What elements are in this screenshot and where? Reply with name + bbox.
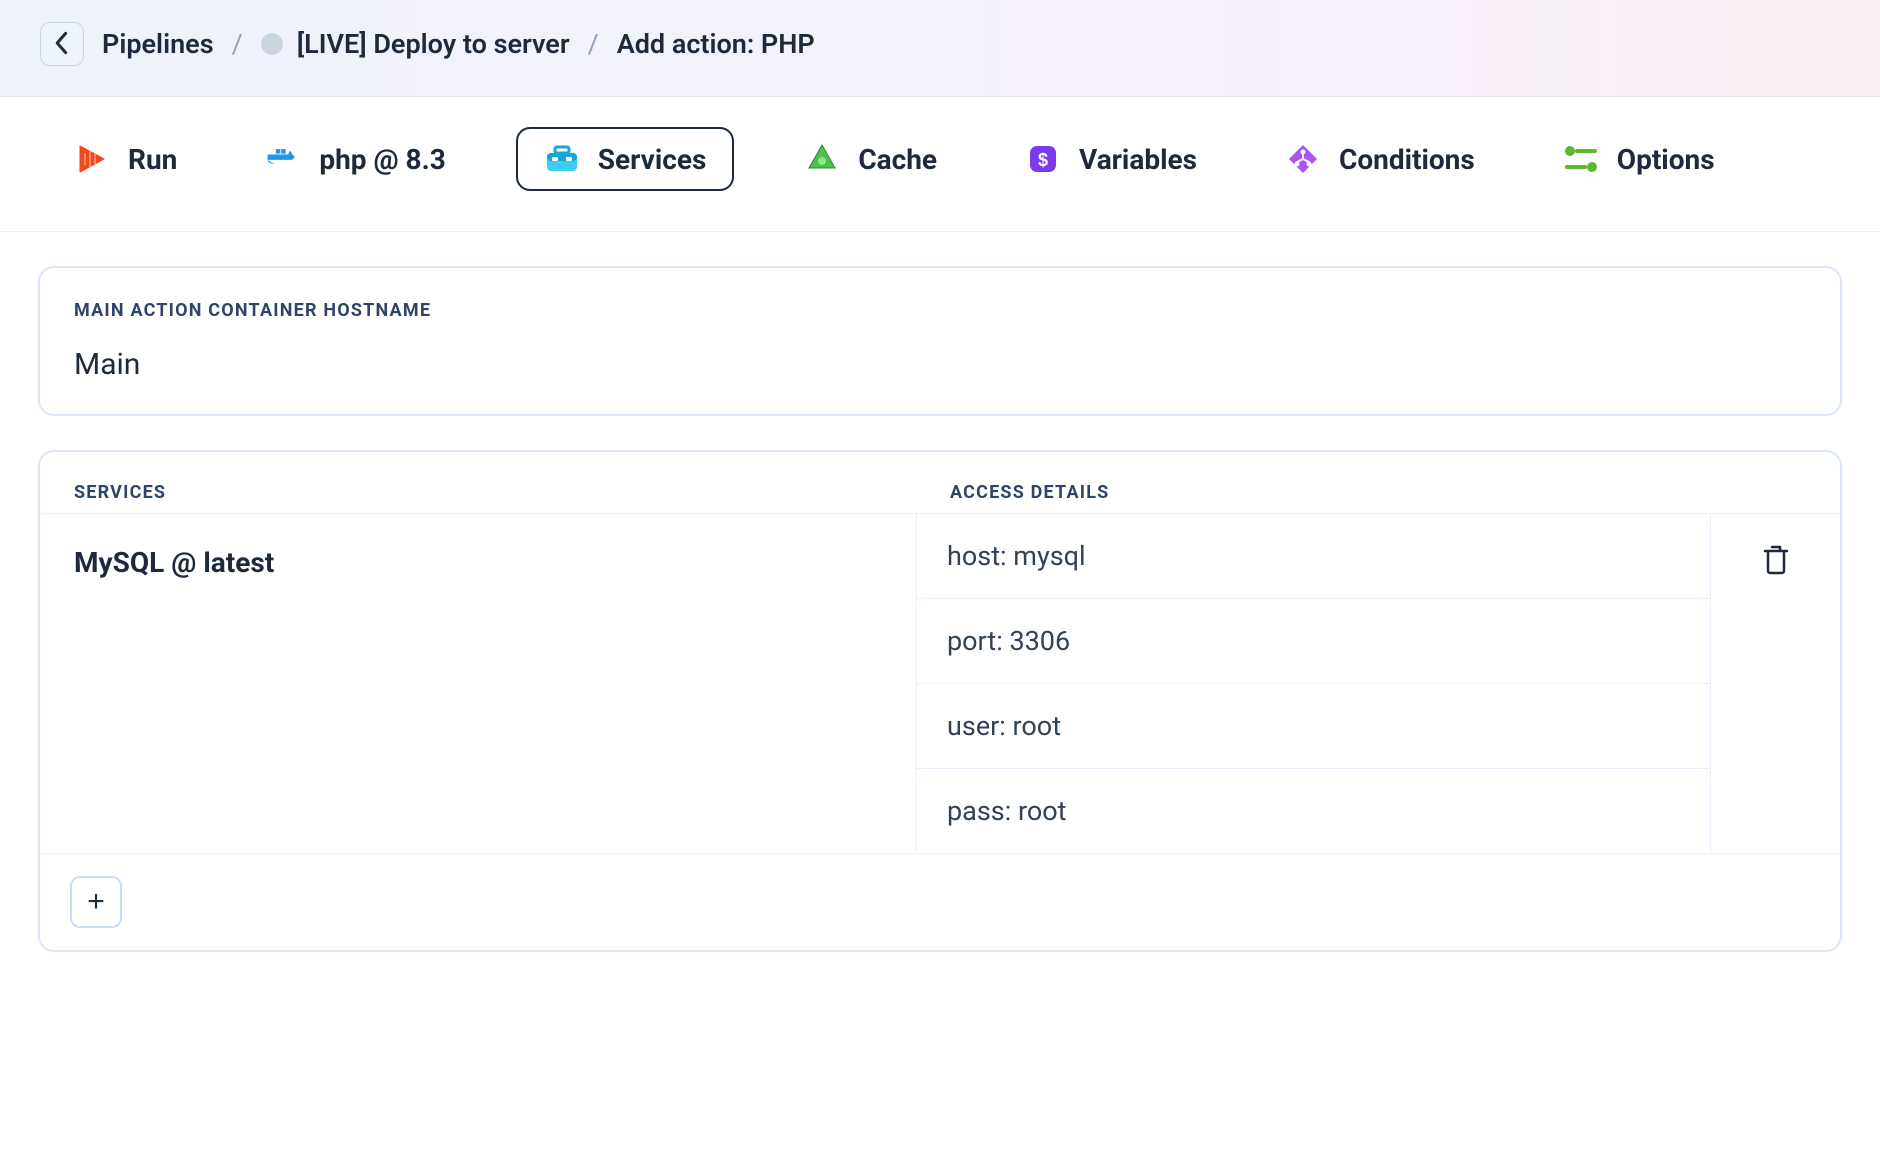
options-icon bbox=[1563, 141, 1599, 177]
tab-cache[interactable]: Cache bbox=[786, 131, 955, 187]
breadcrumb-deploy-group[interactable]: [LIVE] Deploy to server bbox=[261, 28, 570, 60]
tab-cache-label: Cache bbox=[858, 143, 937, 176]
tabs-bar: Run php @ 8.3 Services Cache $ Variables… bbox=[0, 97, 1880, 232]
access-user[interactable]: user: root bbox=[917, 684, 1710, 769]
breadcrumb: Pipelines / [LIVE] Deploy to server / Ad… bbox=[102, 28, 815, 60]
breadcrumb-deploy: [LIVE] Deploy to server bbox=[297, 28, 570, 60]
service-name[interactable]: MySQL @ latest bbox=[40, 514, 916, 853]
service-row: MySQL @ latest host: mysql port: 3306 us… bbox=[40, 513, 1840, 853]
tab-services-label: Services bbox=[598, 143, 707, 176]
docker-icon bbox=[265, 141, 301, 177]
access-pass[interactable]: pass: root bbox=[917, 769, 1710, 853]
tab-php-label: php @ 8.3 bbox=[319, 143, 445, 176]
header-bar: Pipelines / [LIVE] Deploy to server / Ad… bbox=[0, 0, 1880, 97]
variables-icon: $ bbox=[1025, 141, 1061, 177]
tab-run-label: Run bbox=[128, 143, 177, 176]
delete-icon[interactable] bbox=[1761, 544, 1791, 580]
tab-variables-label: Variables bbox=[1079, 143, 1197, 176]
conditions-icon bbox=[1285, 141, 1321, 177]
chevron-left-icon bbox=[53, 31, 71, 58]
tab-conditions[interactable]: Conditions bbox=[1267, 131, 1493, 187]
play-icon bbox=[74, 141, 110, 177]
tab-php[interactable]: php @ 8.3 bbox=[247, 131, 463, 187]
breadcrumb-current: Add action: PHP bbox=[617, 28, 815, 60]
back-button[interactable] bbox=[40, 22, 84, 66]
access-header: ACCESS DETAILS bbox=[950, 482, 1806, 503]
access-port[interactable]: port: 3306 bbox=[917, 599, 1710, 684]
tab-options[interactable]: Options bbox=[1545, 131, 1733, 187]
access-host[interactable]: host: mysql bbox=[917, 514, 1710, 599]
content-area: MAIN ACTION CONTAINER HOSTNAME Main SERV… bbox=[0, 232, 1880, 1020]
tab-conditions-label: Conditions bbox=[1339, 143, 1475, 176]
main-hostname-label: MAIN ACTION CONTAINER HOSTNAME bbox=[74, 300, 1806, 321]
breadcrumb-separator: / bbox=[232, 28, 243, 60]
svg-text:$: $ bbox=[1038, 150, 1048, 170]
tab-services[interactable]: Services bbox=[516, 127, 735, 191]
tab-options-label: Options bbox=[1617, 143, 1715, 176]
main-hostname-panel[interactable]: MAIN ACTION CONTAINER HOSTNAME Main bbox=[38, 266, 1842, 416]
services-panel: SERVICES ACCESS DETAILS MySQL @ latest h… bbox=[38, 450, 1842, 952]
add-service-button[interactable]: + bbox=[70, 876, 122, 928]
breadcrumb-pipelines[interactable]: Pipelines bbox=[102, 28, 214, 60]
row-actions bbox=[1710, 514, 1840, 853]
services-header: SERVICES bbox=[74, 482, 950, 503]
tab-run[interactable]: Run bbox=[56, 131, 195, 187]
plus-icon: + bbox=[87, 885, 105, 919]
access-list: host: mysql port: 3306 user: root pass: … bbox=[916, 514, 1710, 853]
toolbox-icon bbox=[544, 141, 580, 177]
services-footer: + bbox=[40, 853, 1840, 950]
status-dot-icon bbox=[261, 33, 283, 55]
cache-icon bbox=[804, 141, 840, 177]
main-hostname-value: Main bbox=[74, 347, 1806, 382]
breadcrumb-separator: / bbox=[588, 28, 599, 60]
tab-variables[interactable]: $ Variables bbox=[1007, 131, 1215, 187]
